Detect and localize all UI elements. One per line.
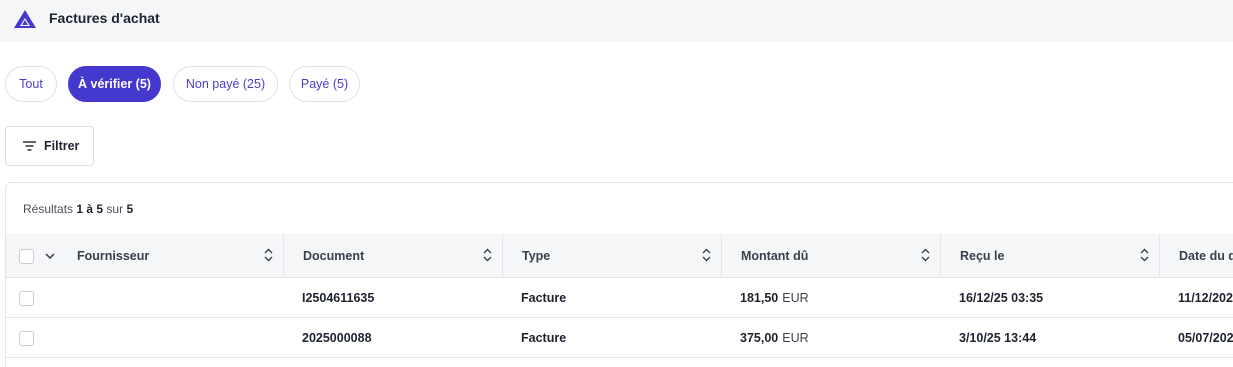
table-row[interactable]: I2504611635 Facture 181,50 EUR 16/12/25 … xyxy=(6,278,1233,318)
filter-button[interactable]: Filtrer xyxy=(5,126,94,166)
page-title: Factures d'achat xyxy=(49,10,160,26)
currency: EUR xyxy=(782,331,809,345)
column-label: Document xyxy=(303,249,365,263)
row-checkbox[interactable] xyxy=(19,330,34,346)
sort-icon[interactable] xyxy=(264,248,273,262)
triangle-logo-icon xyxy=(14,10,36,28)
amount-value: 181,50 xyxy=(740,291,779,305)
sort-icon[interactable] xyxy=(921,248,930,262)
table-row[interactable]: 2025000088 Facture 375,00 EUR 3/10/25 13… xyxy=(6,318,1233,358)
cell-date: 11/12/202 xyxy=(1178,291,1233,305)
column-montant[interactable]: Montant dû xyxy=(721,234,940,278)
column-fournisseur[interactable]: Fournisseur xyxy=(6,234,283,278)
results-of: sur xyxy=(106,202,124,216)
cell-type: Facture xyxy=(521,291,567,305)
column-label: Fournisseur xyxy=(77,249,150,263)
filter-lines-icon xyxy=(23,141,36,151)
row-checkbox[interactable] xyxy=(19,290,34,306)
tab-tout[interactable]: Tout xyxy=(5,66,57,102)
currency: EUR xyxy=(782,291,809,305)
results-summary: Résultats 1 à 5 sur 5 xyxy=(23,202,133,216)
cell-recu-le: 16/12/25 03:35 xyxy=(959,291,1044,305)
cell-recu-le: 3/10/25 13:44 xyxy=(959,331,1037,345)
column-label: Type xyxy=(522,249,551,263)
cell-montant: 375,00 EUR xyxy=(740,318,809,358)
amount-value: 375,00 xyxy=(740,331,779,345)
results-range: 1 à 5 xyxy=(76,202,104,216)
cell-document: 2025000088 xyxy=(302,331,372,345)
column-label: Date du d xyxy=(1179,249,1233,263)
column-document[interactable]: Document xyxy=(283,234,502,278)
cell-montant: 181,50 EUR xyxy=(740,278,809,318)
results-prefix: Résultats xyxy=(23,202,74,216)
table-header: Fournisseur Document Type Montant dû Reç… xyxy=(6,234,1233,278)
tab-paye[interactable]: Payé (5) xyxy=(289,66,360,102)
sort-icon[interactable] xyxy=(702,248,711,262)
tab-non-paye[interactable]: Non payé (25) xyxy=(173,66,278,102)
invoices-table-card: Résultats 1 à 5 sur 5 Fournisseur Docume… xyxy=(5,182,1233,367)
column-recu-le[interactable]: Reçu le xyxy=(940,234,1159,278)
sort-icon[interactable] xyxy=(483,248,492,262)
column-label: Reçu le xyxy=(960,249,1005,263)
cell-date: 05/07/202 xyxy=(1178,331,1233,345)
filter-label: Filtrer xyxy=(44,139,80,153)
select-all-checkbox[interactable] xyxy=(19,248,34,264)
top-bar: Factures d'achat xyxy=(0,0,1233,42)
chevron-down-icon[interactable] xyxy=(45,253,55,259)
column-label: Montant dû xyxy=(741,249,809,263)
tab-a-verifier[interactable]: À vérifier (5) xyxy=(68,66,161,102)
sort-icon[interactable] xyxy=(1140,248,1149,262)
results-total: 5 xyxy=(126,202,134,216)
column-type[interactable]: Type xyxy=(502,234,721,278)
column-date[interactable]: Date du d xyxy=(1159,234,1233,278)
cell-type: Facture xyxy=(521,331,567,345)
cell-document: I2504611635 xyxy=(302,291,375,305)
